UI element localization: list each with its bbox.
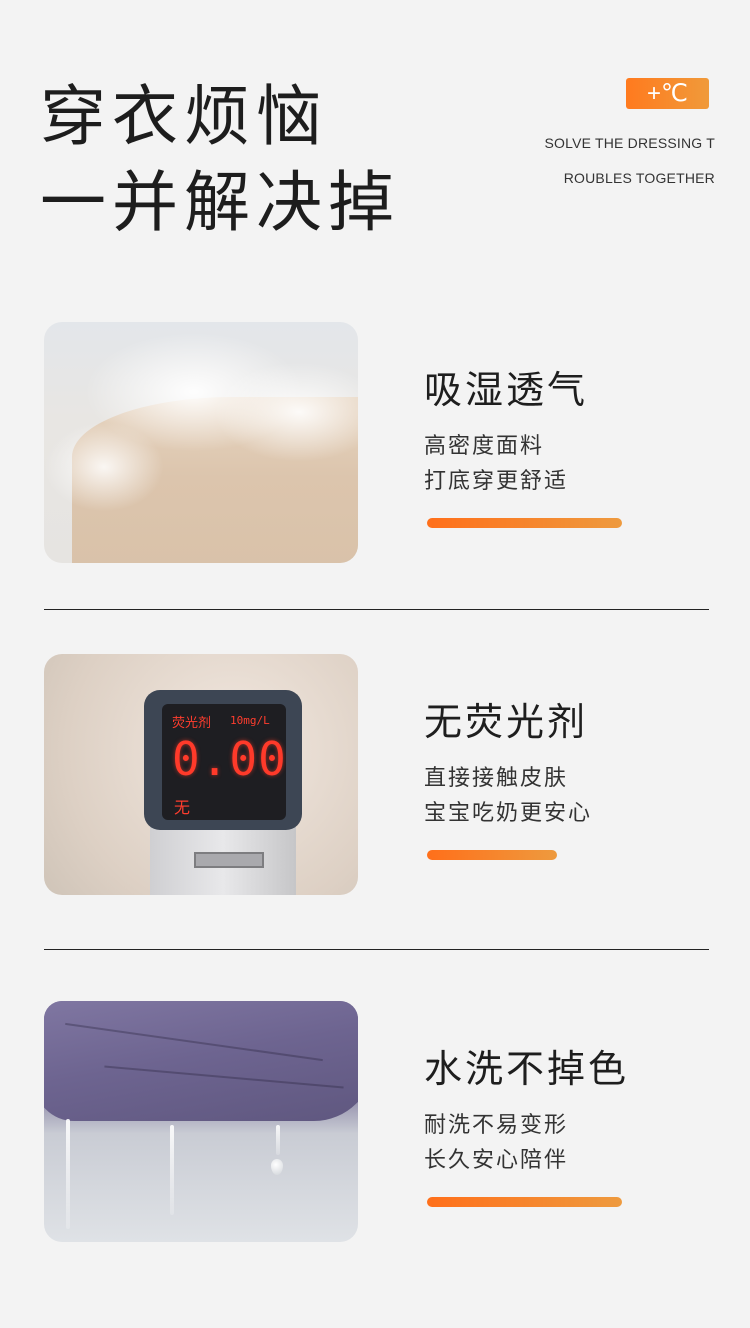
fluorescence-tester-photo: 荧光剂 10mg/L 0.00 无 [44, 654, 358, 895]
feature-accent-bar [427, 850, 557, 860]
page-title-line1: 穿衣烦恼 [40, 78, 328, 155]
feature-desc-line1: 耐洗不易变形 [424, 1113, 569, 1138]
breathable-fabric-photo [44, 322, 358, 563]
section-divider [44, 949, 709, 950]
feature-desc-line1: 直接接触皮肤 [424, 766, 569, 791]
tester-result: 无 [174, 798, 191, 817]
water-drip [66, 1119, 70, 1229]
page-title-line2: 一并解决掉 [40, 164, 400, 241]
washfast-fabric-photo [44, 1001, 358, 1242]
feature-title-colorfast: 水洗不掉色 [424, 1047, 630, 1091]
purple-fabric-fold [44, 1001, 358, 1121]
steam-cloud [214, 362, 358, 462]
tester-unit: 10mg/L [230, 714, 270, 727]
feature-desc-line2: 打底穿更舒适 [424, 469, 569, 494]
english-subtitle-line2: ROUBLES TOGETHER [563, 170, 715, 186]
water-drip [170, 1125, 174, 1215]
english-subtitle-line1: SOLVE THE DRESSING T [544, 135, 715, 151]
feature-accent-bar [427, 1197, 622, 1207]
tester-slot [194, 852, 264, 868]
tester-reading: 0.00 [172, 732, 287, 786]
tester-label: 荧光剂 [172, 716, 212, 731]
section-divider [44, 609, 709, 610]
feature-desc-line2: 宝宝吃奶更安心 [424, 801, 593, 826]
water-droplet [271, 1159, 283, 1175]
steam-cloud [44, 422, 164, 512]
feature-accent-bar [427, 518, 622, 528]
feature-title-no-fluorescent: 无荧光剂 [424, 700, 589, 744]
temperature-badge: +℃ [626, 78, 709, 109]
feature-desc-line1: 高密度面料 [424, 434, 545, 459]
feature-desc-line2: 长久安心陪伴 [424, 1148, 569, 1173]
water-drip [276, 1125, 280, 1155]
feature-title-breathable: 吸湿透气 [424, 368, 589, 412]
